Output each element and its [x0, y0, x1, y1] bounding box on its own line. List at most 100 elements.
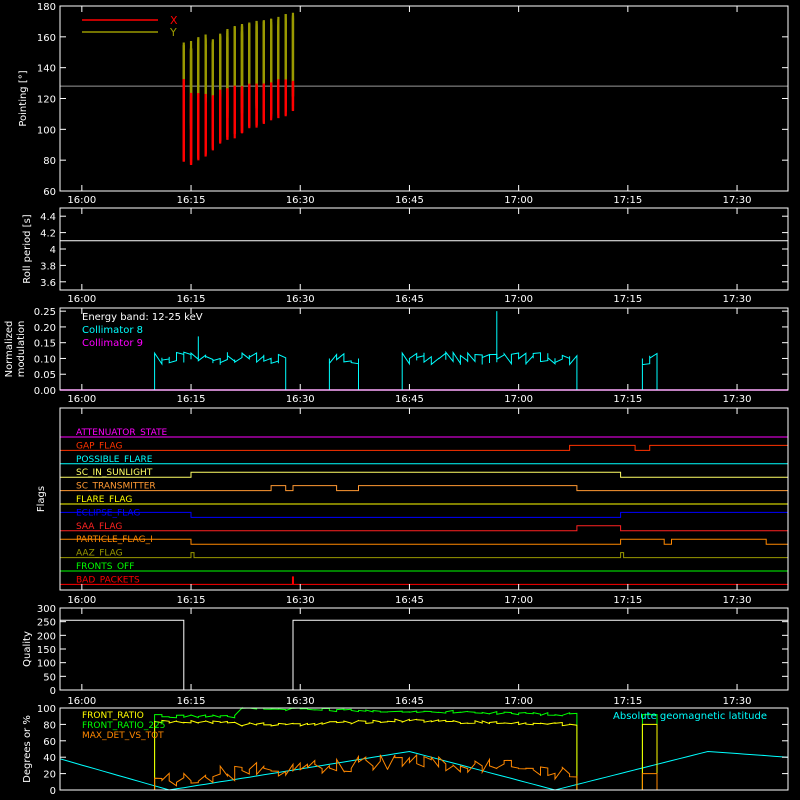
flag-label-eclipse_flag: ECLIPSE_FLAG — [76, 508, 140, 518]
pointing-ytick-label: 100 — [37, 125, 56, 136]
quality-xtick-label: 16:15 — [177, 696, 206, 707]
ratios-series-max_det_vs_tot-late — [641, 773, 658, 790]
quality-xtick-label: 16:45 — [395, 696, 424, 707]
pointing-ytick-label: 140 — [37, 64, 56, 75]
modulation-ytick-label: 0.20 — [34, 323, 56, 334]
flag-label-sc_transmitter: SC_TRANSMITTER — [76, 482, 156, 492]
pointing-ytick-label: 60 — [43, 187, 56, 198]
legend-front_ratio_225-label: FRONT_RATIO_225 — [82, 721, 166, 731]
roll-xtick-label: 17:30 — [723, 294, 752, 305]
modulation-series-collimator8-segment — [328, 352, 359, 390]
roll-ytick-label: 3.8 — [40, 261, 56, 272]
legend-latitude-label: Absolute geomagnetic latitude — [613, 711, 767, 722]
roll-xtick-label: 17:00 — [504, 294, 533, 305]
ratios-ylabel: Degrees or % — [22, 715, 33, 783]
pointing-xtick-label: 16:30 — [286, 195, 315, 206]
quality-ytick-label: 200 — [37, 631, 56, 642]
modulation-ytick-label: 0.10 — [34, 354, 56, 365]
modulation-annotation: Energy band: 12-25 keV — [82, 312, 203, 323]
flag-line-aaz_flag — [60, 552, 788, 559]
modulation-xtick-label: 16:45 — [395, 394, 424, 405]
modulation-series-collimator8-segment — [154, 351, 287, 390]
roll-ytick-label: 4.4 — [40, 212, 56, 223]
quality-xtick-label: 16:30 — [286, 696, 315, 707]
roll-ytick-label: 4 — [50, 245, 56, 256]
flag-label-aaz_flag: AAZ_FLAG — [76, 549, 123, 559]
ratios-series-max_det_vs_tot — [154, 753, 578, 790]
quality-ytick-label: 250 — [37, 618, 56, 629]
pointing-ylabel: Pointing [°] — [18, 70, 29, 126]
roll-ytick-label: 4.2 — [40, 229, 56, 240]
pointing-ytick-label: 180 — [37, 2, 56, 13]
flag-label-particle_flag_i: PARTICLE_FLAG_I — [76, 535, 153, 545]
ratios-ytick-label: 60 — [43, 737, 56, 748]
quality-ytick-label: 150 — [37, 645, 56, 656]
multi-panel-figure: 60 80 100 120 140 160 180 16:00 16:15 16:30 16:45 1… — [4, 2, 789, 797]
roll-ytick-label: 3.6 — [40, 278, 56, 289]
ratios-series-front_ratio-late — [641, 723, 658, 790]
flag-label-bad_packets: BAD_PACKETS — [76, 575, 140, 585]
modulation-xtick-label: 17:15 — [613, 394, 642, 405]
pointing-xtick-label: 16:15 — [177, 195, 206, 206]
flag-line-gap_flag — [60, 444, 789, 451]
flag-line-particle_flag_i — [59, 538, 788, 545]
modulation-series-collimator8-segment — [401, 350, 578, 390]
modulation-xtick-label: 17:30 — [723, 394, 752, 405]
roll-ylabel: Roll period [s] — [22, 214, 33, 283]
flag-label-saa_flag: SAA_FLAG — [76, 522, 122, 532]
chart-container: 60 80 100 120 140 160 180 16:00 16:15 16:30 16:45 1… — [0, 0, 800, 800]
ratios-ytick-label: 0 — [50, 786, 56, 797]
quality-xtick-label: 16:00 — [67, 696, 96, 707]
modulation-ylabel-line1: Normalized — [4, 321, 15, 378]
flags-xtick-label: 17:00 — [504, 595, 533, 606]
flags-ylabel: Flags — [36, 486, 47, 512]
quality-ytick-label: 50 — [43, 672, 56, 683]
flag-line-sc_in_sunlight — [60, 471, 788, 478]
roll-xtick-label: 17:15 — [613, 294, 642, 305]
modulation-ytick-label: 0.15 — [34, 339, 56, 350]
quality-ytick-label: 300 — [37, 604, 56, 615]
modulation-ytick-label: 0.05 — [34, 370, 56, 381]
roll-xtick-label: 16:15 — [177, 294, 206, 305]
quality-xtick-label: 17:15 — [613, 696, 642, 707]
roll-xtick-label: 16:45 — [395, 294, 424, 305]
flag-label-flare_flag: FLARE_FLAG — [76, 495, 132, 505]
ratios-ytick-label: 20 — [43, 770, 56, 781]
flags-xtick-label: 16:30 — [286, 595, 315, 606]
flag-label-gap_flag: GAP_FLAG — [76, 441, 122, 451]
pointing-ytick-label: 120 — [37, 95, 56, 106]
flag-label-possible_flare: POSSIBLE_FLARE — [76, 455, 153, 465]
quality-ylabel: Quality — [22, 631, 33, 667]
legend-max_det_vs_tot-label: MAX_DET_VS_TOT — [82, 731, 164, 741]
roll-xtick-label: 16:30 — [286, 294, 315, 305]
pointing-ytick-label: 80 — [43, 156, 56, 167]
pointing-xtick-label: 16:45 — [395, 195, 424, 206]
ratios-ytick-label: 40 — [43, 753, 56, 764]
quality-series-line — [60, 619, 788, 691]
flag-line-saa_flag — [60, 525, 788, 532]
flags-xtick-label: 16:00 — [67, 595, 96, 606]
flag-label-fronts_off: FRONTS_OFF — [76, 562, 134, 572]
quality-xtick-label: 17:30 — [723, 696, 752, 707]
pointing-ytick-label: 160 — [37, 33, 56, 44]
pointing-xtick-label: 17:00 — [504, 195, 533, 206]
pointing-xtick-label: 17:15 — [613, 195, 642, 206]
pointing-xtick-label: 16:00 — [67, 195, 96, 206]
modulation-ytick-label: 0.00 — [34, 386, 56, 397]
modulation-xtick-label: 16:00 — [67, 394, 96, 405]
ratios-ytick-label: 80 — [43, 720, 56, 731]
flag-label-sc_in_sunlight: SC_IN_SUNLIGHT — [76, 468, 153, 478]
flag-line-eclipse_flag — [59, 511, 789, 518]
ratios-ytick-label: 100 — [37, 704, 56, 715]
flags-xtick-label: 16:15 — [177, 595, 206, 606]
modulation-xtick-label: 17:00 — [504, 394, 533, 405]
quality-ytick-label: 0 — [50, 686, 56, 697]
ratios-series-front_ratio_225-late — [641, 714, 658, 790]
flags-frame — [59, 407, 789, 591]
legend-front_ratio-label: FRONT_RATIO — [82, 711, 144, 721]
modulation-xtick-label: 16:30 — [286, 394, 315, 405]
modulation-xtick-label: 16:15 — [177, 394, 206, 405]
flags-xtick-label: 17:15 — [613, 595, 642, 606]
flags-xtick-label: 16:45 — [395, 595, 424, 606]
flag-label-attenuator_state: ATTENUATOR_STATE — [76, 428, 168, 438]
